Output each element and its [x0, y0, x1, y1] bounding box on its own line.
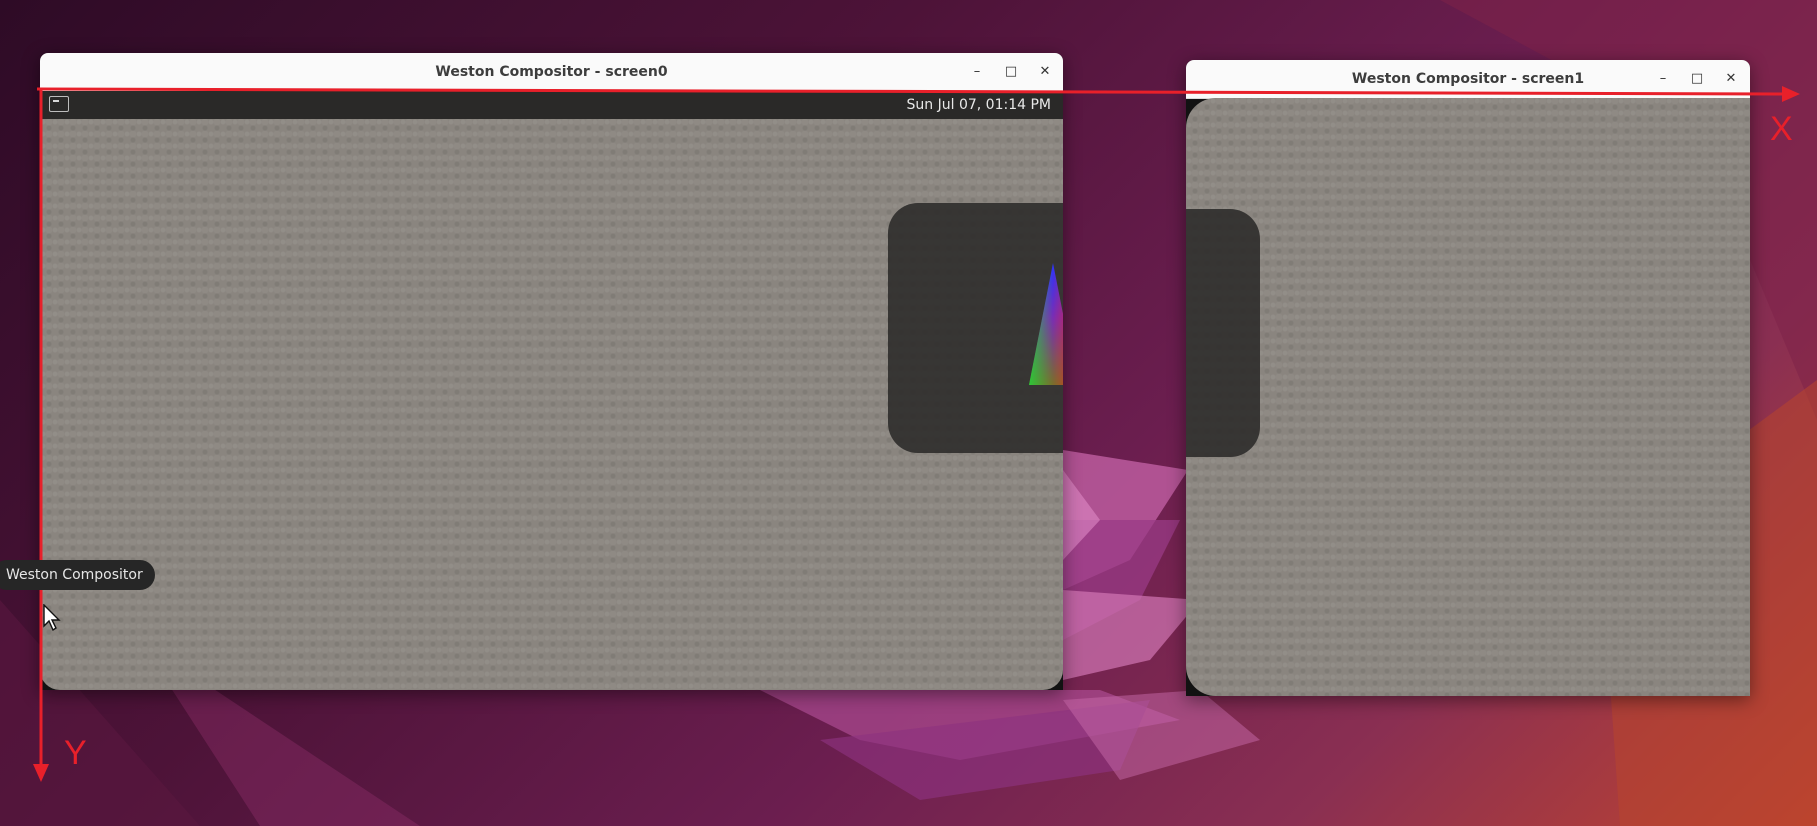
minimize-button[interactable]: –	[967, 62, 987, 82]
maximize-button[interactable]: □	[1001, 62, 1021, 82]
close-button[interactable]: ✕	[1035, 62, 1055, 82]
compositor-output[interactable]	[1186, 98, 1750, 696]
titlebar[interactable]: Weston Compositor - screen0 – □ ✕	[40, 53, 1063, 92]
window-screen0: Weston Compositor - screen0 – □ ✕ Sun Ju…	[40, 53, 1063, 690]
window-screen1: Weston Compositor - screen1 – □ ✕	[1186, 60, 1750, 696]
tooltip: Weston Compositor	[0, 560, 155, 590]
window-title: Weston Compositor - screen0	[435, 64, 668, 80]
close-button[interactable]: ✕	[1721, 69, 1741, 89]
desktop-background	[1186, 98, 1750, 696]
weston-panel: Sun Jul 07, 01:14 PM	[40, 91, 1063, 119]
x-axis-label: X	[1770, 110, 1793, 148]
minimize-button[interactable]: –	[1653, 69, 1673, 89]
app-surface-right[interactable]	[1186, 209, 1260, 457]
maximize-button[interactable]: □	[1687, 69, 1707, 89]
desktop: Weston Compositor - screen0 – □ ✕ Sun Ju…	[0, 0, 1817, 826]
compositor-output[interactable]: Sun Jul 07, 01:14 PM	[40, 91, 1063, 690]
rgb-triangle	[1029, 263, 1063, 385]
titlebar[interactable]: Weston Compositor - screen1 – □ ✕	[1186, 60, 1750, 99]
mouse-pointer-icon	[43, 604, 61, 632]
terminal-icon[interactable]	[49, 96, 69, 112]
y-axis-label: Y	[64, 734, 87, 772]
panel-clock: Sun Jul 07, 01:14 PM	[906, 97, 1051, 113]
